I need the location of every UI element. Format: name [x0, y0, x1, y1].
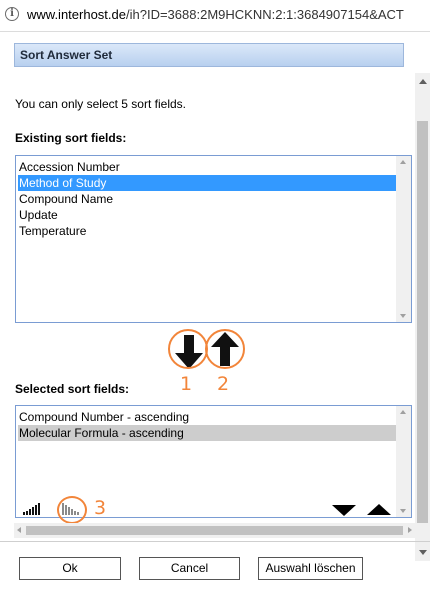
footer-divider	[0, 541, 430, 542]
horizontal-scrollbar[interactable]	[14, 523, 415, 538]
highlight-ring-1	[168, 329, 208, 369]
list-item[interactable]: Compound Name	[18, 191, 396, 207]
existing-fields-label: Existing sort fields:	[15, 131, 127, 145]
selected-fields-label: Selected sort fields:	[15, 382, 130, 396]
dialog-title: Sort Answer Set	[14, 43, 404, 67]
move-down-icon[interactable]	[332, 505, 356, 516]
move-up-icon[interactable]	[367, 504, 391, 515]
scroll-down-icon[interactable]	[400, 314, 406, 318]
scroll-down-icon[interactable]	[419, 550, 427, 555]
list-item-selected[interactable]: Method of Study	[18, 175, 396, 191]
scrollbar-thumb[interactable]	[417, 121, 428, 523]
highlight-ring-3	[57, 496, 87, 524]
url-domain: www.interhost.de	[27, 7, 126, 22]
scroll-right-icon[interactable]	[408, 527, 412, 533]
max-fields-hint: You can only select 5 sort fields.	[15, 97, 186, 111]
list-item[interactable]: Update	[18, 207, 396, 223]
sort-dialog: Sort Answer Set You can only select 5 so…	[0, 33, 430, 608]
scroll-up-icon[interactable]	[419, 79, 427, 84]
url-text[interactable]: www.interhost.de/ih?ID=3688:2M9HCKNN:2:1…	[27, 7, 404, 22]
browser-address-bar[interactable]: i www.interhost.de/ih?ID=3688:2M9HCKNN:2…	[0, 0, 430, 32]
scroll-up-icon[interactable]	[400, 410, 406, 414]
page-scrollbar[interactable]	[415, 73, 430, 561]
annotation-2: 2	[217, 373, 230, 395]
list-item[interactable]: Temperature	[18, 223, 396, 239]
sort-ascending-icon[interactable]	[22, 502, 44, 516]
cancel-button[interactable]: Cancel	[139, 557, 240, 580]
list-scrollbar[interactable]	[396, 406, 411, 517]
existing-fields-list[interactable]: Accession Number Method of Study Compoun…	[15, 155, 412, 323]
scroll-left-icon[interactable]	[17, 527, 21, 533]
annotation-3: 3	[94, 497, 107, 519]
info-icon[interactable]: i	[5, 7, 19, 21]
url-path: /ih?ID=3688:2M9HCKNN:2:1:3684907154&ACT	[126, 7, 404, 22]
list-item-selected[interactable]: Molecular Formula - ascending	[18, 425, 396, 441]
scroll-up-icon[interactable]	[400, 160, 406, 164]
highlight-ring-2	[205, 329, 245, 369]
clear-selection-button[interactable]: Auswahl löschen	[258, 557, 363, 580]
list-item[interactable]: Accession Number	[18, 159, 396, 175]
annotation-1: 1	[180, 373, 193, 395]
list-scrollbar[interactable]	[396, 156, 411, 322]
scrollbar-thumb[interactable]	[26, 526, 403, 535]
scroll-down-icon[interactable]	[400, 509, 406, 513]
list-item[interactable]: Compound Number - ascending	[18, 409, 396, 425]
ok-button[interactable]: Ok	[19, 557, 121, 580]
